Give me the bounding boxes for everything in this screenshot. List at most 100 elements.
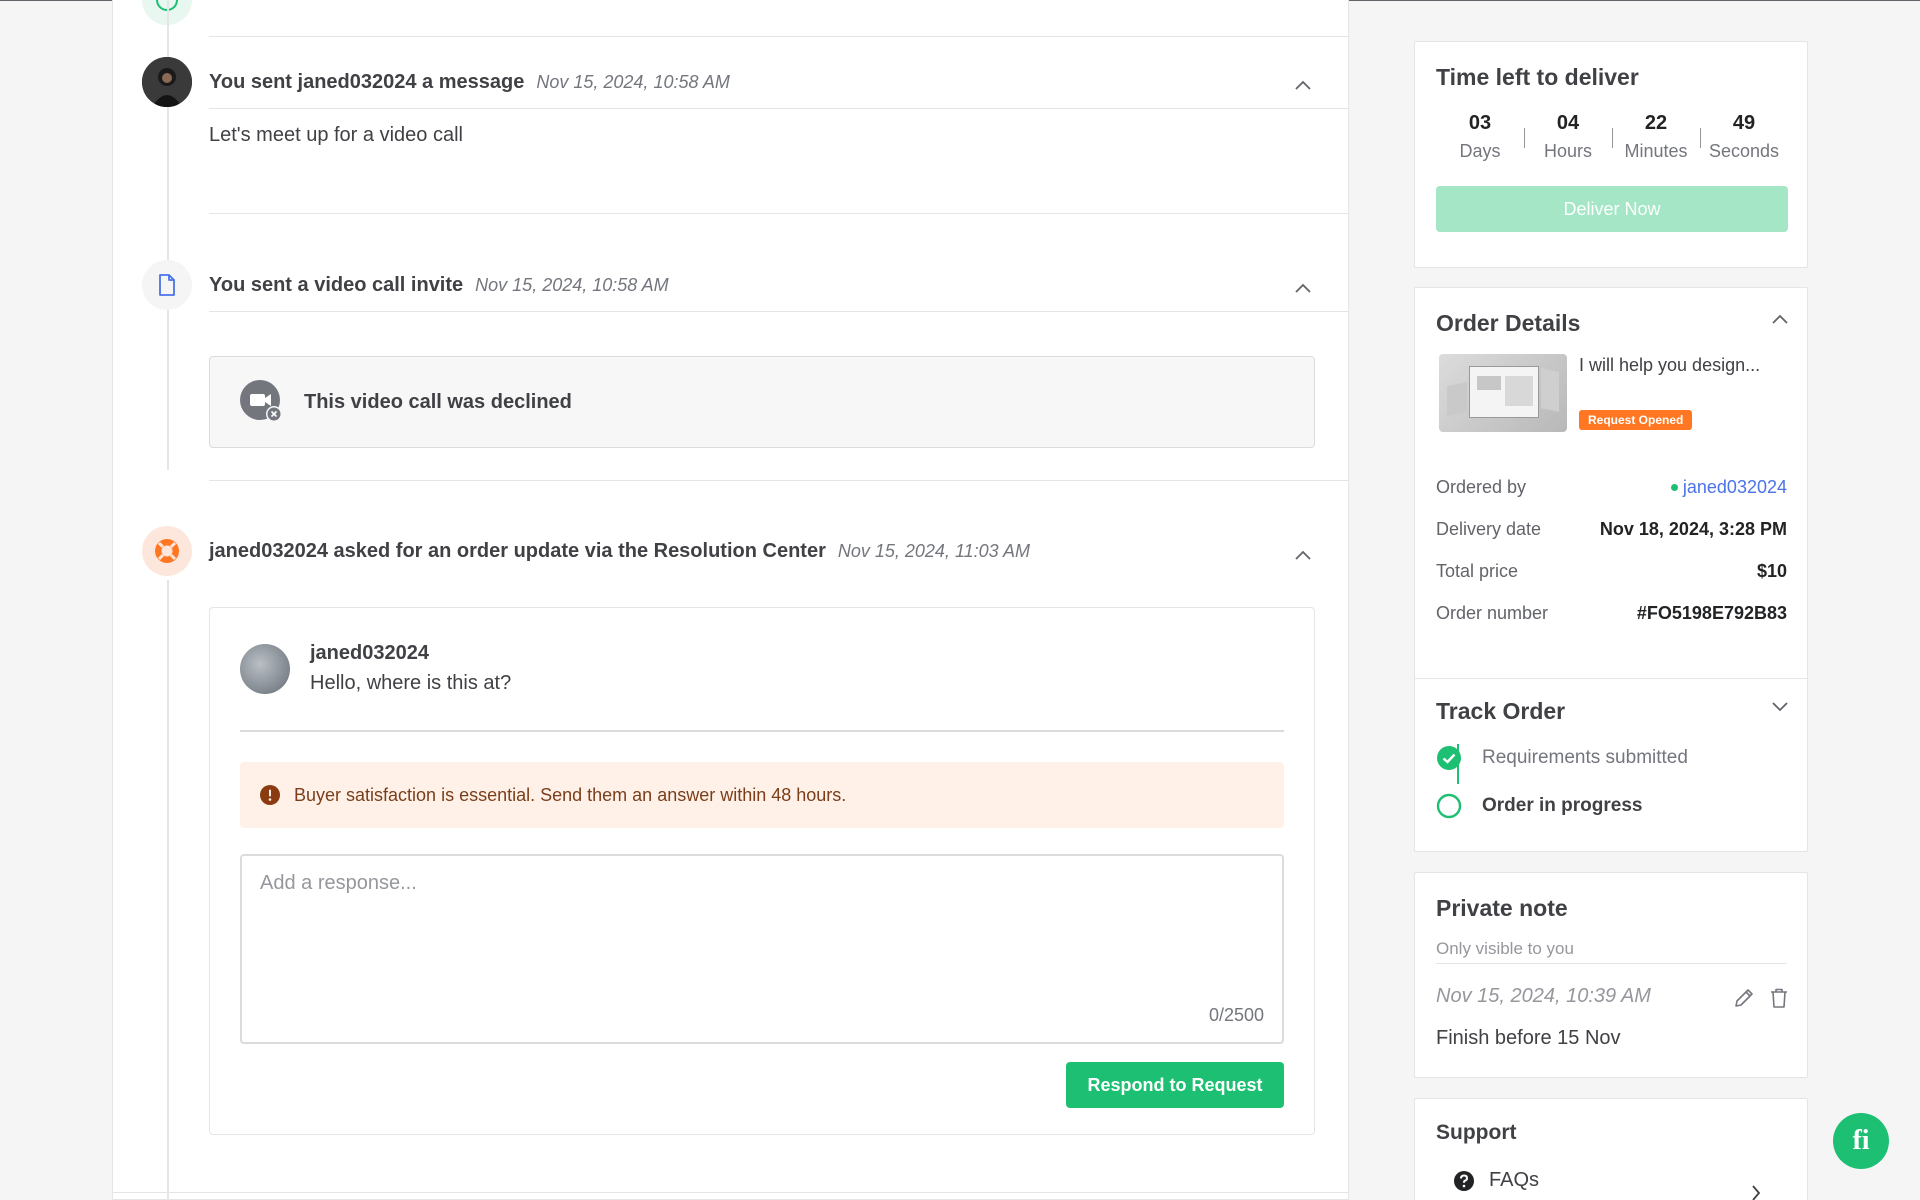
detail-value: $10	[1756, 560, 1787, 581]
question-circle-icon	[1454, 1170, 1474, 1191]
online-status-dot	[1670, 483, 1678, 491]
trash-icon	[1771, 988, 1787, 1008]
card-title: Private note	[1436, 895, 1568, 921]
fiverr-chat-button[interactable]: fi	[1833, 1113, 1889, 1169]
response-input[interactable]	[242, 856, 1282, 1042]
detail-row-ordered-by: Ordered by janed032024	[1436, 474, 1787, 500]
char-counter: 0/2500	[1208, 1005, 1264, 1025]
order-timeline: You sent janed032024 a message Nov 15, 2…	[112, 0, 1349, 1200]
note-subtitle: Only visible to you	[1436, 939, 1574, 958]
order-details-card: Order Details I will help you design... …	[1414, 287, 1808, 852]
detail-value: #FO5198E792B83	[1636, 602, 1787, 623]
event-header: You sent a video call invite Nov 15, 202…	[209, 260, 1348, 310]
event-divider	[209, 311, 1348, 312]
support-item-faqs[interactable]: FAQs	[1453, 1169, 1539, 1192]
support-item-chevron	[1751, 1185, 1761, 1200]
chevron-up-icon	[1295, 550, 1311, 560]
gig-title[interactable]: I will help you design...	[1579, 352, 1769, 378]
document-icon	[159, 274, 175, 296]
edit-note-button[interactable]	[1733, 987, 1755, 1014]
track-step-requirements: Requirements submitted	[1436, 745, 1688, 771]
video-call-declined-card: This video call was declined	[209, 356, 1315, 448]
alert-icon	[260, 785, 280, 805]
event-header: You sent janed032024 a message Nov 15, 2…	[209, 57, 1348, 107]
countdown-label: Days	[1459, 141, 1501, 161]
countdown: 03 Days 04 Hours 22 Minutes 49 Seconds	[1436, 110, 1788, 166]
note-text: Finish before 15 Nov	[1436, 1027, 1621, 1049]
declined-text: This video call was declined	[304, 390, 572, 413]
deliver-now-button[interactable]: Deliver Now	[1436, 186, 1788, 232]
countdown-label: Minutes	[1624, 141, 1688, 161]
card-title: Support	[1436, 1121, 1517, 1144]
detail-row-delivery-date: Delivery date Nov 18, 2024, 3:28 PM	[1436, 516, 1787, 542]
event-time: Nov 15, 2024, 11:03 AM	[837, 540, 1030, 561]
collapse-button[interactable]	[1294, 76, 1312, 94]
detail-row-total-price: Total price $10	[1436, 558, 1787, 584]
buyer-name: janed032024	[310, 642, 429, 664]
detail-label: Total price	[1436, 560, 1519, 581]
note-actions	[1733, 987, 1789, 1014]
event-divider	[209, 480, 1348, 481]
track-order-toggle[interactable]	[1771, 698, 1789, 716]
buyer-message: Hello, where is this at?	[310, 672, 512, 694]
detail-label: Order number	[1436, 602, 1549, 623]
response-warning: Buyer satisfaction is essential. Send th…	[240, 762, 1284, 828]
user-avatar-icon	[142, 57, 192, 107]
seller-avatar	[142, 57, 192, 107]
step-label: Requirements submitted	[1482, 747, 1688, 768]
countdown-value: 22	[1644, 112, 1668, 134]
detail-label: Ordered by	[1436, 476, 1527, 497]
countdown-value: 04	[1556, 112, 1580, 134]
countdown-value: 03	[1468, 112, 1492, 134]
respond-to-request-button[interactable]: Respond to Request	[1066, 1062, 1284, 1108]
response-field-wrapper: 0/2500	[240, 854, 1284, 1044]
timeline-icon-file	[142, 260, 192, 310]
countdown-days: 03 Days	[1436, 110, 1524, 166]
chevron-up-icon	[1295, 283, 1311, 293]
countdown-hours: 04 Hours	[1524, 110, 1612, 166]
status-badge: Request Opened	[1579, 410, 1693, 430]
pencil-icon	[1735, 989, 1753, 1007]
buyer-link[interactable]: janed032024	[1670, 476, 1787, 498]
note-divider	[1436, 963, 1787, 964]
collapse-button[interactable]	[1294, 279, 1312, 297]
track-order-title: Track Order	[1436, 698, 1566, 724]
timeline-icon-resolution	[142, 526, 192, 576]
buyer-avatar	[240, 644, 290, 694]
video-declined-icon	[240, 380, 282, 422]
countdown-label: Seconds	[1708, 141, 1780, 161]
check-circle-icon	[1437, 746, 1461, 770]
event-divider	[209, 108, 1348, 109]
empty-circle-icon	[1436, 793, 1462, 819]
countdown-minutes: 22 Minutes	[1612, 110, 1700, 166]
warning-text: Buyer satisfaction is essential. Send th…	[294, 784, 847, 805]
lifebuoy-icon	[155, 539, 179, 563]
chevron-right-icon	[1752, 1185, 1761, 1200]
note-time: Nov 15, 2024, 10:39 AM	[1436, 985, 1651, 1007]
card-divider	[240, 730, 1284, 732]
event-title: You sent a video call invite	[209, 273, 464, 296]
resolution-request-card: janed032024 Hello, where is this at? Buy…	[209, 607, 1315, 1135]
event-header: janed032024 asked for an order update vi…	[209, 526, 1348, 576]
fiverr-logo-icon: fi	[1852, 1125, 1870, 1156]
chevron-down-icon	[1772, 702, 1788, 712]
order-details-toggle[interactable]	[1771, 310, 1789, 328]
detail-row-order-number: Order number #FO5198E792B83	[1436, 600, 1787, 626]
card-title: Time left to deliver	[1436, 64, 1639, 90]
track-step-in-progress: Order in progress	[1436, 793, 1643, 819]
countdown-label: Hours	[1543, 141, 1592, 161]
gig-thumbnail[interactable]	[1439, 354, 1567, 432]
collapse-button[interactable]	[1294, 546, 1312, 564]
support-card: Support FAQs	[1414, 1098, 1808, 1200]
event-title: You sent janed032024 a message	[209, 70, 525, 93]
message-text: Let's meet up for a video call	[209, 124, 463, 146]
event-divider	[209, 213, 1348, 214]
buyer-username: janed032024	[1682, 476, 1787, 497]
event-divider	[209, 36, 1348, 37]
delete-note-button[interactable]	[1769, 987, 1789, 1014]
countdown-seconds: 49 Seconds	[1700, 110, 1788, 166]
timeline-line	[167, 580, 169, 1199]
chevron-up-icon	[1772, 314, 1788, 324]
event-time: Nov 15, 2024, 10:58 AM	[475, 274, 669, 295]
support-item-label: FAQs	[1489, 1169, 1540, 1191]
